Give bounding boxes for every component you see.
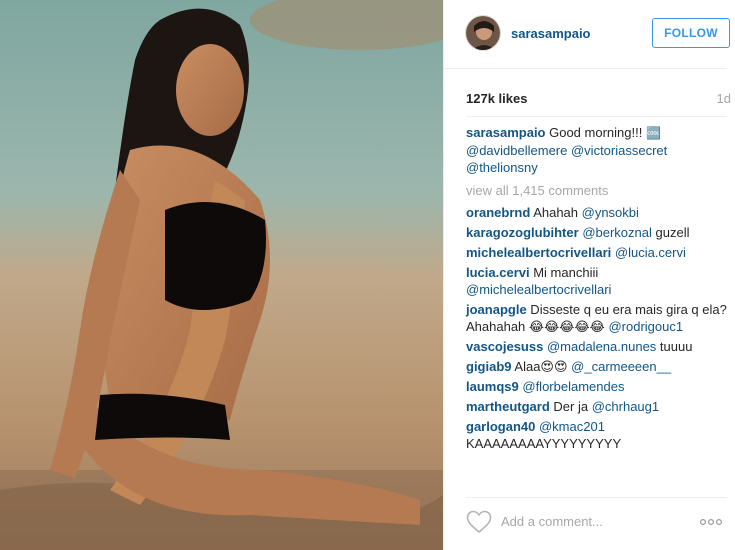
- header-username-link[interactable]: sarasampaio: [511, 26, 591, 41]
- comment-mention-link[interactable]: @berkoznal: [582, 225, 652, 240]
- comment-mention-link[interactable]: @ynsokbi: [582, 205, 639, 220]
- comment-username-link[interactable]: garlogan40: [466, 419, 535, 434]
- follow-button[interactable]: FOLLOW: [652, 18, 730, 48]
- post-photo-image: [0, 0, 443, 550]
- post-timestamp[interactable]: 1d: [717, 91, 731, 106]
- comment-text: Der ja: [549, 399, 592, 414]
- comment-row: karagozoglubihter @berkoznal guzell: [466, 224, 728, 241]
- divider: [466, 116, 727, 117]
- caption-mention-link[interactable]: @thelionsny: [466, 160, 538, 175]
- likes-count[interactable]: 127k likes: [466, 91, 527, 106]
- comment-row: martheutgard Der ja @chrhaug1: [466, 398, 728, 415]
- comment-mention-link[interactable]: @madalena.nunes: [547, 339, 656, 354]
- avatar[interactable]: [465, 15, 501, 51]
- instagram-post: sarasampaio FOLLOW 127k likes 1d sarasam…: [0, 0, 735, 550]
- comment-username-link[interactable]: karagozoglubihter: [466, 225, 579, 240]
- comment-username-link[interactable]: martheutgard: [466, 399, 550, 414]
- comment-username-link[interactable]: michelealbertocrivellari: [466, 245, 611, 260]
- caption-username-link[interactable]: sarasampaio: [466, 125, 546, 140]
- comment-mention-link[interactable]: @lucia.cervi: [615, 245, 686, 260]
- caption: sarasampaio Good morning!!! 🆒 @davidbell…: [466, 124, 728, 176]
- heart-icon[interactable]: [466, 510, 492, 534]
- comment-row: joanapgle Disseste q eu era mais gira q …: [466, 301, 728, 335]
- comment-text: Alaa😍😍: [511, 359, 572, 374]
- comment-mention-link[interactable]: @rodrigouc1: [608, 319, 683, 334]
- comment-row: lucia.cervi Mi manchiii @michelealbertoc…: [466, 264, 728, 298]
- comment-text: tuuuu: [656, 339, 693, 354]
- comment-mention-link[interactable]: @florbelamendes: [522, 379, 624, 394]
- post-footer: [466, 497, 727, 548]
- comment-row: laumqs9 @florbelamendes: [466, 378, 728, 395]
- comment-username-link[interactable]: joanapgle: [466, 302, 527, 317]
- comment-text: Ahahah: [530, 205, 582, 220]
- caption-mention-link[interactable]: @davidbellemere: [466, 143, 567, 158]
- add-comment-input[interactable]: [501, 514, 681, 529]
- comment-text: Mi manchiii: [529, 265, 599, 280]
- comment-text: KAAAAAAAAYYYYYYYYY: [466, 436, 622, 451]
- comment-username-link[interactable]: laumqs9: [466, 379, 519, 394]
- comment-rows: oranebrnd Ahahah @ynsokbi karagozoglubiht…: [466, 204, 728, 452]
- post-header: sarasampaio FOLLOW: [444, 0, 730, 69]
- post-sidebar: sarasampaio FOLLOW 127k likes 1d sarasam…: [443, 0, 735, 550]
- caption-text: Good morning!!!: [545, 125, 646, 140]
- comment-username-link[interactable]: gigiab9: [466, 359, 512, 374]
- comment-mention-link[interactable]: @chrhaug1: [592, 399, 659, 414]
- comment-username-link[interactable]: lucia.cervi: [466, 265, 530, 280]
- comment-mention-link[interactable]: @michelealbertocrivellari: [466, 282, 611, 297]
- post-photo[interactable]: [0, 0, 443, 550]
- comment-mention-link[interactable]: @_carmeeeen__: [571, 359, 671, 374]
- comment-username-link[interactable]: vascojesuss: [466, 339, 543, 354]
- caption-mention-link[interactable]: @victoriassecret: [571, 143, 667, 158]
- comment-mention-link[interactable]: @kmac201: [539, 419, 605, 434]
- comment-row: gigiab9 Alaa😍😍 @_carmeeeen__: [466, 358, 728, 375]
- comment-username-link[interactable]: oranebrnd: [466, 205, 530, 220]
- likes-row: 127k likes 1d: [466, 91, 731, 107]
- comment-row: garlogan40 @kmac201 KAAAAAAAAYYYYYYYYY: [466, 418, 728, 452]
- comment-text: guzell: [651, 225, 690, 240]
- comment-row: vascojesuss @madalena.nunes tuuuu: [466, 338, 728, 355]
- avatar-image: [466, 16, 500, 50]
- comment-row: oranebrnd Ahahah @ynsokbi: [466, 204, 728, 221]
- comment-row: michelealbertocrivellari @lucia.cervi: [466, 244, 728, 261]
- view-all-comments-link[interactable]: view all 1,415 comments: [466, 182, 728, 199]
- comments-list: sarasampaio Good morning!!! 🆒 @davidbell…: [466, 124, 728, 455]
- cool-emoji: 🆒: [645, 126, 661, 140]
- more-options-icon[interactable]: [699, 515, 723, 529]
